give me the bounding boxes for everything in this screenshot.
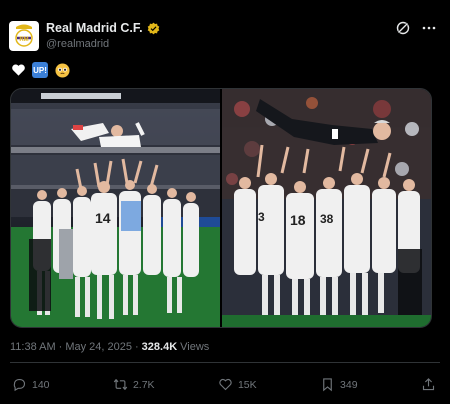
bookmark-button[interactable]: 349 [320, 377, 358, 392]
more-icon[interactable] [422, 21, 436, 35]
white-heart-icon [10, 62, 26, 78]
svg-text:14: 14 [95, 210, 111, 226]
reply-icon [13, 378, 26, 392]
meta-separator: · [58, 341, 63, 353]
reply-button[interactable]: 140 [12, 377, 50, 392]
header-actions [396, 21, 436, 35]
svg-text:3: 3 [258, 210, 265, 224]
post-media[interactable]: 14 18 38 3 [10, 88, 432, 328]
post-date[interactable]: May 24, 2025 [65, 341, 132, 353]
display-name[interactable]: Real Madrid C.F. [46, 21, 143, 35]
name-row: Real Madrid C.F. [46, 21, 160, 35]
svg-text:38: 38 [320, 212, 334, 226]
views-label: Views [180, 341, 210, 353]
photo-players-tossing-player[interactable]: 14 [11, 89, 220, 327]
tweet: RM Real Madrid C.F. @realmadrid UP! 14 1… [0, 0, 450, 404]
photo-players-tossing-coach[interactable]: 18 38 3 [222, 89, 431, 327]
repost-icon [113, 379, 128, 390]
photo-2-image: 18 38 3 [222, 89, 431, 327]
real-madrid-crest-icon: RM [15, 24, 33, 47]
repost-count: 2.7K [132, 378, 155, 391]
meta-separator-2: · [135, 341, 139, 353]
share-icon [422, 378, 435, 391]
post-text: UP! [10, 62, 70, 78]
post-meta: 11:38 AM · May 24, 2025 · 328.4K Views [10, 341, 209, 353]
handle[interactable]: @realmadrid [46, 38, 109, 50]
svg-text:18: 18 [290, 212, 306, 228]
photo-1-image: 14 [11, 89, 220, 327]
divider [10, 362, 440, 363]
share-button[interactable] [421, 377, 436, 392]
bookmark-count: 349 [340, 378, 358, 391]
gold-check-icon [147, 22, 159, 34]
up-button-icon: UP! [32, 62, 48, 78]
avatar[interactable]: RM [9, 21, 39, 51]
action-bar: 140 2.7K 15K 349 [12, 377, 436, 392]
heart-icon [219, 378, 232, 391]
views-count: 328.4K [141, 341, 178, 353]
svg-text:RM: RM [19, 37, 28, 43]
grok-icon[interactable] [396, 21, 410, 35]
reply-count: 140 [32, 378, 50, 391]
bookmark-icon [323, 378, 332, 392]
like-count: 15K [237, 378, 257, 391]
post-time[interactable]: 11:38 AM [10, 341, 56, 353]
like-button[interactable]: 15K [218, 377, 257, 392]
holding-back-tears-face-icon [54, 62, 70, 78]
repost-button[interactable]: 2.7K [113, 377, 155, 392]
